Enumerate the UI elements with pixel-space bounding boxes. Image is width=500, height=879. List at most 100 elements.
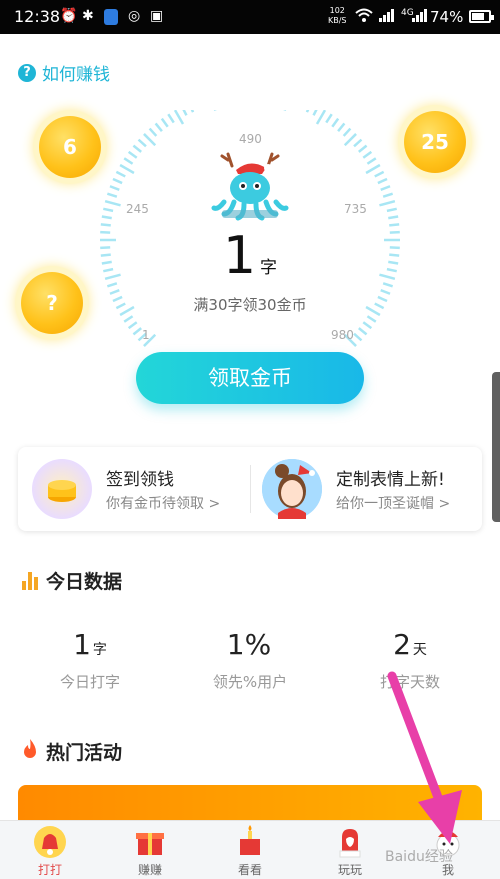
gauge-tick	[115, 170, 126, 178]
stat-typing-days: 2天 打字天数	[330, 628, 490, 692]
nav-tab-play[interactable]: 玩玩	[315, 825, 385, 878]
stat-unit: 字	[92, 642, 107, 658]
gauge-tick	[386, 267, 397, 273]
girl-avatar-icon	[262, 459, 322, 519]
qq-icon: ◎	[128, 8, 141, 24]
gauge-tick	[379, 199, 396, 207]
gauge-tick	[342, 127, 352, 137]
gauge-tick	[119, 163, 135, 175]
gauge-tick	[365, 305, 381, 317]
gauge-tick	[132, 144, 142, 153]
char-count-unit: 字	[260, 258, 278, 278]
gauge-tick-label: 980	[331, 328, 354, 342]
bell-icon	[32, 825, 68, 859]
gauge-tick	[366, 157, 377, 165]
promo-cards: 签到领钱 你有金币待领取 > 定制表情上新! 给你一顶圣诞帽 >	[18, 447, 482, 531]
gauge-tick	[380, 289, 391, 295]
signin-subtitle: 你有金币待领取 >	[106, 496, 221, 512]
gauge-tick	[127, 321, 138, 330]
nav-tab-watch[interactable]: 看看	[215, 825, 285, 878]
gauge-tick	[109, 289, 120, 295]
today-data-heading: 今日数据	[22, 567, 122, 594]
nav-label: 看看	[237, 863, 262, 877]
edge-scroll-handle[interactable]	[492, 372, 500, 522]
battery-percent: 74%	[430, 8, 464, 26]
gauge-tick	[388, 215, 399, 220]
gauge-tick	[101, 215, 112, 220]
question-icon: ?	[18, 63, 36, 82]
gauge-tick	[190, 110, 195, 113]
gauge-tick	[389, 230, 400, 234]
gauge-tick	[100, 253, 111, 257]
gauge-tick	[382, 282, 394, 288]
nav-tab-earn[interactable]: 赚赚	[115, 825, 185, 878]
shield-icon	[104, 9, 118, 25]
gauge-tick	[112, 295, 123, 303]
gauge-tick	[379, 273, 396, 281]
stat-value: 1%	[226, 628, 272, 661]
custom-emoji-card[interactable]: 定制表情上新! 给你一顶圣诞帽 >	[250, 447, 482, 531]
gauge-tick	[213, 110, 217, 111]
gauge-tick	[182, 110, 188, 116]
nav-label: 赚赚	[137, 863, 162, 877]
gauge-tick	[365, 163, 381, 175]
coin-stack-icon	[32, 459, 92, 519]
gauge-tick	[353, 138, 363, 148]
image-icon: ▣	[150, 8, 164, 24]
status-bar: 12:38 ⏰ ✱ ◎ ▣ 102 KB/S 4G 74%	[0, 0, 500, 34]
stat-label: 打字天数	[379, 673, 440, 691]
octopus-mascot-icon	[211, 152, 289, 221]
gauge-tick	[362, 150, 373, 159]
signin-card[interactable]: 签到领钱 你有金币待领取 >	[18, 447, 250, 531]
gauge-tick-label: 490	[239, 132, 262, 146]
gauge-tick	[104, 273, 121, 281]
gauge-tick-label: 735	[344, 202, 367, 216]
candle-box-icon	[232, 825, 268, 859]
emoji-subtitle: 给你一顶圣诞帽 >	[336, 496, 451, 512]
gauge-tick	[386, 207, 397, 213]
gauge-tick	[377, 295, 388, 303]
gauge-tick	[123, 157, 134, 165]
gauge-tick	[127, 150, 138, 159]
gauge-tick	[119, 305, 135, 317]
gauge-tick	[103, 207, 114, 213]
gauge-tick	[315, 110, 327, 125]
bluetooth-icon: ✱	[82, 8, 94, 24]
gauge-tick	[331, 117, 340, 128]
wifi-icon	[355, 8, 373, 26]
alarm-icon: ⏰	[60, 8, 78, 24]
claim-coins-button[interactable]: 领取金币	[136, 352, 364, 404]
gauge-tick	[106, 192, 118, 198]
gauge-tick	[325, 113, 333, 124]
gauge-tick	[104, 199, 121, 207]
stat-unit: 天	[412, 642, 427, 658]
gauge-tick	[312, 110, 318, 116]
gauge-tick-label: 1	[142, 328, 150, 342]
stat-label: 今日打字	[59, 673, 120, 691]
nav-label: 玩玩	[337, 863, 362, 877]
gauge-tick-label: 245	[126, 202, 149, 216]
gauge-tick	[154, 122, 163, 132]
gauge-tick	[389, 223, 400, 227]
today-data-title: 今日数据	[46, 571, 123, 593]
gauge-tick	[143, 133, 157, 147]
watermark: Baidu经验	[385, 849, 453, 865]
how-to-earn-label: 如何赚钱	[42, 65, 110, 85]
gauge-tick	[382, 192, 394, 198]
char-count: 1字	[200, 226, 300, 286]
nav-tab-type[interactable]: 打打	[15, 825, 85, 878]
gauge-tick	[337, 122, 346, 132]
gauge-tick	[160, 117, 169, 128]
nav-label: 打打	[37, 863, 62, 877]
battery-icon	[469, 10, 494, 23]
coin-bubble-mystery[interactable]: ?	[21, 272, 83, 334]
stat-value: 2	[393, 628, 411, 661]
hot-activities-heading: 热门活动	[22, 738, 122, 765]
hot-activities-title: 热门活动	[46, 742, 123, 764]
gauge-tick	[358, 144, 368, 153]
gauge-tick	[389, 253, 400, 257]
how-to-earn-link[interactable]: ? 如何赚钱	[18, 60, 110, 85]
gauge-tick	[100, 246, 111, 250]
signal-icon-2	[411, 8, 427, 26]
gauge-tick	[389, 246, 400, 250]
